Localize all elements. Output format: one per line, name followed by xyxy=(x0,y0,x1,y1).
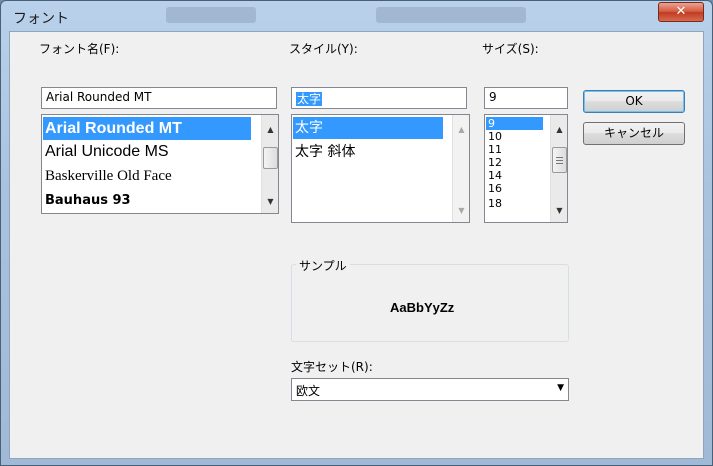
title-bar[interactable]: フォント ✕ xyxy=(1,1,712,31)
scroll-down-icon[interactable]: ▼ xyxy=(551,202,567,219)
list-item[interactable]: Bauhaus 93 xyxy=(43,191,131,211)
window-title: フォント xyxy=(13,11,69,27)
size-value: 9 xyxy=(489,90,497,104)
font-name-label: フォント名(F): xyxy=(39,42,120,56)
chevron-down-icon[interactable]: ▼ xyxy=(557,383,564,393)
scroll-up-icon[interactable]: ▲ xyxy=(262,121,278,138)
size-label: サイズ(S): xyxy=(482,42,539,56)
list-item[interactable]: 14 xyxy=(486,169,502,182)
charset-value: 欧文 xyxy=(296,384,321,398)
close-icon: ✕ xyxy=(675,4,687,19)
list-item[interactable]: Arial Rounded MT xyxy=(43,117,251,140)
background-title-blur xyxy=(166,7,256,23)
grip-line xyxy=(556,160,563,161)
style-input[interactable]: 太字 xyxy=(291,87,467,109)
scroll-thumb[interactable] xyxy=(552,147,567,173)
list-item[interactable]: 18 xyxy=(486,197,502,210)
style-label: スタイル(Y): xyxy=(289,42,358,56)
scroll-down-icon[interactable]: ▼ xyxy=(262,193,278,210)
list-item[interactable]: 16 xyxy=(486,182,502,195)
ok-button[interactable]: OK xyxy=(583,90,685,113)
size-list-scrollbar[interactable]: ▲ ▼ xyxy=(550,115,567,222)
style-value: 太字 xyxy=(296,92,323,106)
style-list[interactable]: 太字 太字 斜体 ▲ ▼ xyxy=(291,114,470,223)
font-dialog: フォント ✕ フォント名(F): Arial Rounded MT Arial … xyxy=(0,0,713,466)
charset-select[interactable]: 欧文 ▼ xyxy=(291,378,569,401)
dialog-client-area: フォント名(F): Arial Rounded MT Arial Rounded… xyxy=(9,31,704,459)
list-item[interactable]: Baskerville Old Face xyxy=(43,165,172,187)
font-name-value: Arial Rounded MT xyxy=(46,90,152,104)
list-item[interactable]: 9 xyxy=(486,117,543,130)
scroll-thumb[interactable] xyxy=(263,147,278,169)
charset-label: 文字セット(R): xyxy=(291,360,373,374)
list-item[interactable]: 12 xyxy=(486,156,502,169)
list-item[interactable]: 10 xyxy=(486,130,502,143)
scroll-up-icon[interactable]: ▲ xyxy=(551,121,567,138)
close-button[interactable]: ✕ xyxy=(658,2,704,22)
sample-preview-text: AaBbYyZz xyxy=(390,300,455,315)
scroll-up-icon[interactable]: ▲ xyxy=(453,121,469,138)
scroll-down-icon[interactable]: ▼ xyxy=(453,202,469,219)
list-item[interactable]: Arial Unicode MS xyxy=(43,141,169,163)
font-list-scrollbar[interactable]: ▲ ▼ xyxy=(261,115,278,213)
style-list-scrollbar[interactable]: ▲ ▼ xyxy=(452,115,469,222)
font-name-input[interactable]: Arial Rounded MT xyxy=(41,87,277,109)
list-item[interactable]: 太字 斜体 xyxy=(293,141,355,163)
list-item[interactable]: 11 xyxy=(486,143,502,156)
cancel-button[interactable]: キャンセル xyxy=(583,122,685,145)
background-title-blur xyxy=(376,7,526,23)
size-input[interactable]: 9 xyxy=(484,87,568,109)
font-name-list[interactable]: Arial Rounded MT Arial Unicode MS Basker… xyxy=(41,114,279,214)
list-item[interactable]: 太字 xyxy=(293,117,443,139)
size-list[interactable]: 9 10 11 12 14 16 18 ▲ ▼ xyxy=(484,114,568,223)
sample-label: サンプル xyxy=(296,257,350,274)
grip-line xyxy=(556,163,563,164)
grip-line xyxy=(556,157,563,158)
